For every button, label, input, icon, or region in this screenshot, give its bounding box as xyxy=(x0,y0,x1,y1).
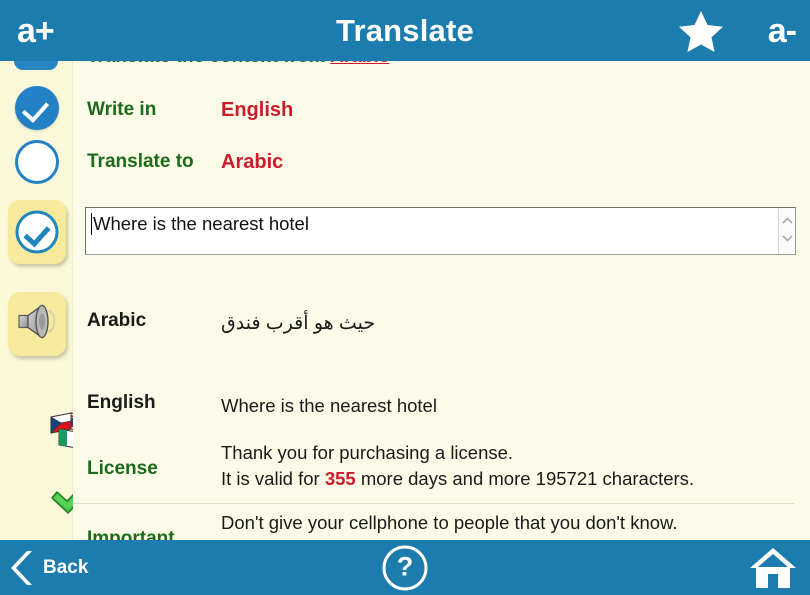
left-rail xyxy=(0,0,96,540)
arabic-output-value: حيث هو أقرب فندق xyxy=(221,313,376,334)
input-scrollbar[interactable] xyxy=(778,208,795,254)
translate-button[interactable] xyxy=(7,200,66,264)
content-panel: Translate the content from Arabic Write … xyxy=(73,0,810,549)
important-text: Don't give your cellphone to people that… xyxy=(221,512,678,533)
license-line-2: It is valid for 355 more days and more 1… xyxy=(221,466,796,492)
app-footer: Back ? xyxy=(0,540,810,595)
license-valid-prefix: It is valid for xyxy=(221,468,325,489)
home-icon[interactable] xyxy=(749,546,797,590)
app-header: a+ Translate a- xyxy=(0,0,810,61)
speak-button[interactable] xyxy=(7,292,66,356)
license-text: Thank you for purchasing a license. It i… xyxy=(221,440,796,492)
rail-languages-button[interactable] xyxy=(0,378,94,450)
english-output-label: English xyxy=(87,392,156,413)
write-in-row: Write in English xyxy=(73,99,810,129)
translate-to-row: Translate to Arabic xyxy=(73,151,810,181)
speaker-icon xyxy=(16,303,58,346)
english-output-row: English Where is the nearest hotel xyxy=(73,392,810,426)
license-valid-mid: more days and more xyxy=(355,468,536,489)
check-circle-filled-icon[interactable] xyxy=(14,86,59,130)
translate-to-label: Translate to xyxy=(87,151,194,172)
chevron-up-icon[interactable] xyxy=(782,217,793,224)
license-row: License Thank you for purchasing a licen… xyxy=(73,440,810,502)
font-decrease-button[interactable]: a- xyxy=(768,14,797,48)
chevron-down-icon[interactable] xyxy=(782,235,793,242)
chevron-left-icon[interactable] xyxy=(10,549,36,587)
rail-radio-selected[interactable] xyxy=(0,84,73,132)
arabic-output-row: Arabic حيث هو أقرب فندق xyxy=(73,310,810,344)
app-root: Translate the content from Arabic Write … xyxy=(0,0,810,595)
translate-to-value[interactable]: Arabic xyxy=(221,151,283,174)
license-days-remaining: 355 xyxy=(324,468,356,489)
help-button[interactable]: ? xyxy=(382,545,428,590)
translation-input[interactable]: Where is the nearest hotel xyxy=(85,207,796,255)
circle-outline-icon[interactable] xyxy=(14,140,59,184)
write-in-label: Write in xyxy=(87,99,157,120)
scroll-area[interactable]: Translate the content from Arabic Write … xyxy=(0,0,810,595)
license-line-1: Thank you for purchasing a license. xyxy=(221,442,514,463)
license-label: License xyxy=(87,458,158,479)
rail-license-valid-icon[interactable] xyxy=(0,445,96,514)
arabic-output-label: Arabic xyxy=(87,310,147,331)
rail-translate-button[interactable] xyxy=(0,198,73,266)
rail-radio-unselected[interactable] xyxy=(0,138,73,186)
row-separator xyxy=(73,503,794,504)
rail-speak-button[interactable] xyxy=(0,290,73,358)
question-mark-icon: ? xyxy=(396,551,414,582)
license-characters-remaining: 195721 xyxy=(535,468,598,489)
check-circle-icon xyxy=(15,210,58,254)
star-icon[interactable] xyxy=(678,9,724,53)
write-in-value[interactable]: English xyxy=(221,99,293,122)
back-label: Back xyxy=(43,556,89,578)
license-valid-suffix: characters. xyxy=(597,468,695,489)
home-button[interactable] xyxy=(749,546,797,590)
translation-input-text[interactable]: Where is the nearest hotel xyxy=(86,208,778,254)
english-output-value: Where is the nearest hotel xyxy=(221,395,437,416)
back-button[interactable]: Back xyxy=(10,540,88,595)
text-caret xyxy=(91,213,92,235)
